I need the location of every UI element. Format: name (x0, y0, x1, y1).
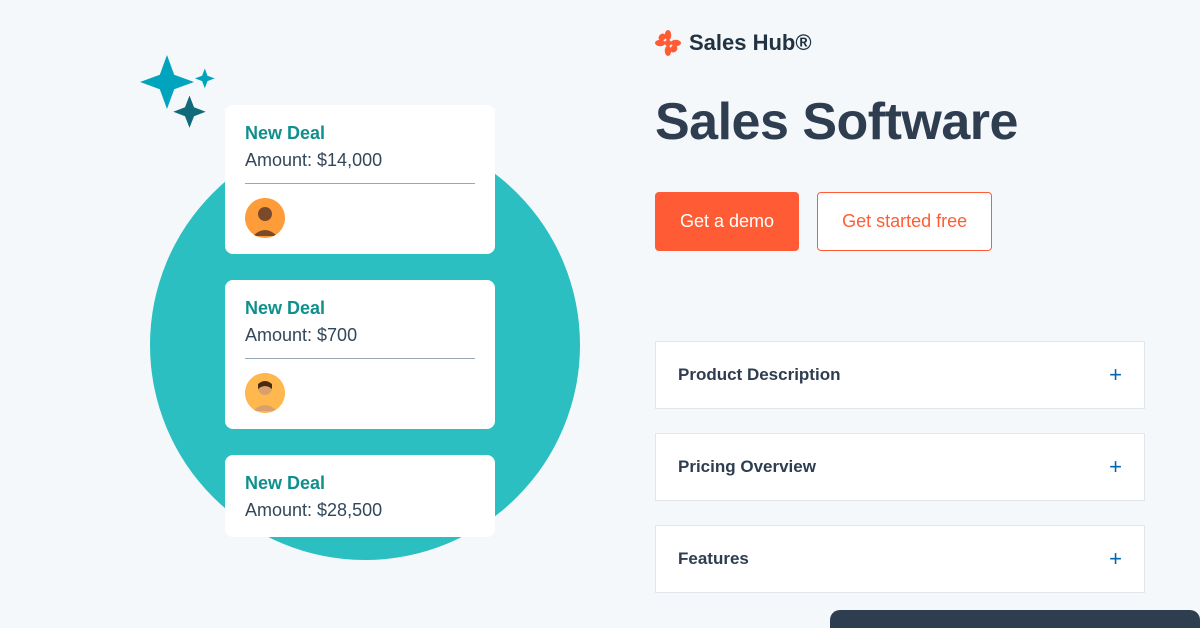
deal-card: New Deal Amount: $28,500 (225, 455, 495, 537)
get-started-free-button[interactable]: Get started free (817, 192, 992, 251)
accordion-label: Product Description (678, 365, 840, 385)
deal-card: New Deal Amount: $14,000 (225, 105, 495, 254)
divider (245, 183, 475, 184)
page-title: Sales Software (655, 92, 1145, 152)
deal-amount: Amount: $28,500 (245, 500, 475, 521)
sparkle-icon (140, 55, 230, 145)
deal-title: New Deal (245, 473, 475, 494)
avatar (245, 373, 285, 413)
accordion-label: Pricing Overview (678, 457, 816, 477)
cta-row: Get a demo Get started free (655, 192, 1145, 251)
brand-name: Sales Hub® (689, 30, 812, 56)
deal-cards-list: New Deal Amount: $14,000 New Deal Amount… (225, 105, 495, 563)
accordion: Product Description + Pricing Overview +… (655, 341, 1145, 593)
accordion-pricing-overview[interactable]: Pricing Overview + (655, 433, 1145, 501)
expand-icon: + (1109, 548, 1122, 570)
deal-title: New Deal (245, 298, 475, 319)
divider (245, 358, 475, 359)
footer-bar (830, 610, 1200, 628)
deal-card: New Deal Amount: $700 (225, 280, 495, 429)
deal-amount: Amount: $700 (245, 325, 475, 346)
accordion-product-description[interactable]: Product Description + (655, 341, 1145, 409)
expand-icon: + (1109, 456, 1122, 478)
get-demo-button[interactable]: Get a demo (655, 192, 799, 251)
accordion-label: Features (678, 549, 749, 569)
brand-row: Sales Hub® (655, 30, 1145, 56)
accordion-features[interactable]: Features + (655, 525, 1145, 593)
deal-amount: Amount: $14,000 (245, 150, 475, 171)
avatar (245, 198, 285, 238)
deal-title: New Deal (245, 123, 475, 144)
brand-icon (655, 30, 681, 56)
expand-icon: + (1109, 364, 1122, 386)
